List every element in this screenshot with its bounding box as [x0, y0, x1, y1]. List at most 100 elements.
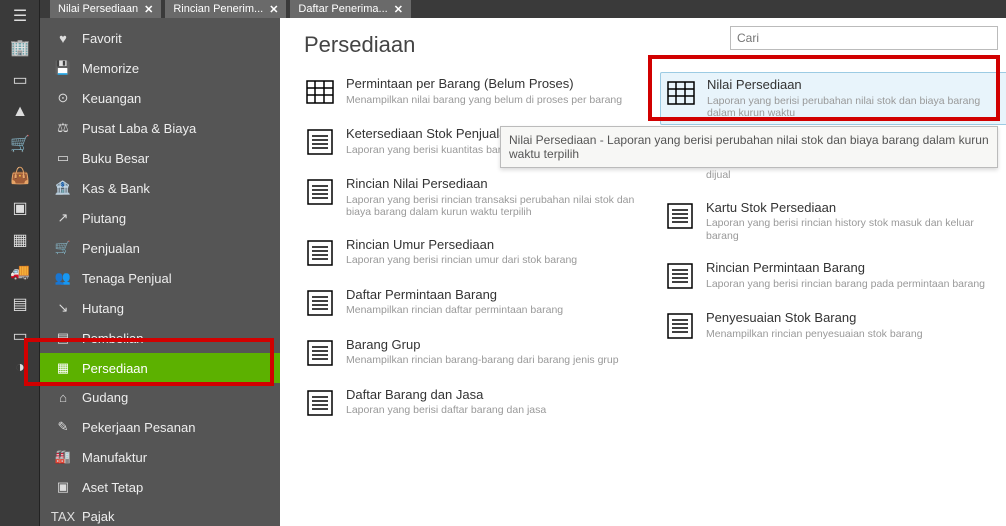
report-title: Daftar Barang dan Jasa [346, 387, 644, 403]
sidebar-item-factory[interactable]: 🏭 Manufaktur [40, 442, 280, 472]
sidebar-item-label: Persediaan [82, 361, 148, 376]
report-item[interactable]: Daftar Barang dan JasaLaporan yang beris… [304, 387, 644, 419]
sidebar-item-label: Pembelian [82, 331, 143, 346]
sidebar-item-balance[interactable]: ⚖ Pusat Laba & Biaya [40, 113, 280, 143]
sidebar-item-label: Tenaga Penjual [82, 271, 172, 286]
report-desc: Laporan yang berisi rincian history stok… [706, 217, 1004, 242]
asset-icon: ▣ [54, 479, 72, 495]
sidebar-item-label: Pekerjaan Pesanan [82, 420, 195, 435]
report-item[interactable]: Barang GrupMenampilkan rincian barang-ba… [304, 337, 644, 369]
report-grid-icon [665, 77, 697, 109]
report-item[interactable]: Penyesuaian Stok BarangMenampilkan rinci… [664, 310, 1004, 342]
report-item[interactable]: Daftar Permintaan BarangMenampilkan rinc… [304, 287, 644, 319]
sidebar-item-stock[interactable]: ▦Persediaan [40, 353, 280, 383]
debt-icon: ↘ [54, 300, 72, 316]
report-item[interactable]: Rincian Nilai Persediaan Laporan yang ber… [304, 176, 644, 219]
iconbar-chart-icon[interactable]: ▲ [0, 96, 40, 128]
sidebar-item-warehouse[interactable]: ⌂Gudang [40, 383, 280, 412]
sidebar-item-save[interactable]: 💾 Memorize [40, 53, 280, 83]
report-lines-icon [304, 237, 336, 269]
sidebar-item-job[interactable]: ✎ Pekerjaan Pesanan [40, 412, 280, 442]
iconbar-building-icon[interactable]: 🏢 [0, 32, 40, 64]
sidebar-item-coin[interactable]: ⊙ Keuangan [40, 83, 280, 113]
report-desc: Menampilkan nilai barang yang belum di p… [346, 94, 644, 107]
iconbar-bag-icon[interactable]: 👜 [0, 160, 40, 192]
report-lines-icon [664, 200, 696, 232]
job-icon: ✎ [54, 419, 72, 435]
iconbar-box-icon[interactable]: ▣ [0, 192, 40, 224]
sidebar-item-tax[interactable]: TAX Pajak [40, 502, 280, 526]
iconbar-menu-icon[interactable]: ☰ [0, 0, 40, 32]
sidebar-item-bank[interactable]: 🏦Kas & Bank [40, 173, 280, 203]
factory-icon: 🏭 [54, 449, 72, 465]
receivable-icon: ↗ [54, 210, 72, 226]
sidebar-item-label: Pusat Laba & Biaya [82, 121, 196, 136]
close-icon[interactable]: ✕ [144, 3, 153, 16]
tab-1[interactable]: Rincian Penerim... ✕ [165, 0, 286, 18]
sidebar-item-debt[interactable]: ↘ Hutang [40, 293, 280, 323]
sidebar-item-asset[interactable]: ▣ Aset Tetap [40, 472, 280, 502]
report-lines-icon [664, 260, 696, 292]
tooltip: Nilai Persediaan - Laporan yang berisi p… [500, 126, 998, 168]
warehouse-icon: ⌂ [54, 390, 72, 405]
tab-label: Daftar Penerima... [298, 3, 387, 15]
report-item[interactable]: Rincian Permintaan BarangLaporan yang be… [664, 260, 1004, 292]
report-item[interactable]: Permintaan per Barang (Belum Proses)Mena… [304, 76, 644, 108]
purchase-icon: ▤ [54, 330, 72, 346]
report-lines-icon [664, 310, 696, 342]
sidebar-item-label: Favorit [82, 31, 122, 46]
iconbar-pie-icon[interactable]: ◑ [0, 352, 40, 384]
tab-strip: Nilai Persediaan✕ Rincian Penerim... ✕ Da… [40, 0, 1006, 18]
sidebar-item-label: Piutang [82, 211, 126, 226]
report-desc: Laporan yang berisi daftar barang dan ja… [346, 404, 644, 417]
close-icon[interactable]: ✕ [394, 3, 403, 16]
sidebar-item-label: Pajak [82, 509, 115, 524]
iconbar-truck-icon[interactable]: 🚚 [0, 256, 40, 288]
sidebar-item-receivable[interactable]: ↗ Piutang [40, 203, 280, 233]
main-panel: Persediaan Permintaan per Barang (Belum … [280, 18, 1006, 526]
iconbar-misc-icon[interactable]: ▤ [0, 288, 40, 320]
people-icon: 👥 [54, 270, 72, 286]
iconbar-book-icon[interactable]: ▭ [0, 64, 40, 96]
sidebar-item-purchase[interactable]: ▤ Pembelian [40, 323, 280, 353]
report-item[interactable]: Nilai PersediaanLaporan yang berisi peru… [660, 72, 1006, 125]
left-icon-bar: ☰ 🏢 ▭ ▲ 🛒 👜 ▣ ▦ 🚚 ▤ ▭ ◑ [0, 0, 40, 526]
iconbar-grid-icon[interactable]: ▦ [0, 224, 40, 256]
tab-2[interactable]: Daftar Penerima... ✕ [290, 0, 410, 18]
sidebar-item-label: Memorize [82, 61, 139, 76]
report-item[interactable]: Kartu Stok PersediaanLaporan yang berisi… [664, 200, 1004, 243]
sidebar-item-label: Manufaktur [82, 450, 147, 465]
report-title: Rincian Nilai Persediaan [346, 176, 644, 192]
report-lines-icon [304, 176, 336, 208]
save-icon: 💾 [54, 60, 72, 76]
report-title: Rincian Permintaan Barang [706, 260, 1004, 276]
search-box [730, 26, 998, 50]
sidebar-item-label: Keuangan [82, 91, 141, 106]
balance-icon: ⚖ [54, 120, 72, 136]
bank-icon: 🏦 [54, 180, 72, 196]
sidebar-item-book[interactable]: ▭ Buku Besar [40, 143, 280, 173]
close-icon[interactable]: ✕ [269, 3, 278, 16]
sidebar-item-people[interactable]: 👥 Tenaga Penjual [40, 263, 280, 293]
report-lines-icon [304, 337, 336, 369]
tab-label: Rincian Penerim... [173, 3, 263, 15]
tab-0[interactable]: Nilai Persediaan✕ [50, 0, 161, 18]
iconbar-cart-icon[interactable]: 🛒 [0, 128, 40, 160]
heart-icon: ♥ [54, 31, 72, 46]
report-desc: Laporan yang berisi rincian umur dari st… [346, 254, 644, 267]
coin-icon: ⊙ [54, 90, 72, 106]
report-title: Nilai Persediaan [707, 77, 1003, 93]
sidebar-item-label: Hutang [82, 301, 124, 316]
report-desc: Menampilkan rincian penyesuaian stok bar… [706, 328, 1004, 341]
sidebar-item-cart[interactable]: 🛒Penjualan [40, 233, 280, 263]
report-item[interactable]: Rincian Umur PersediaanLaporan yang beri… [304, 237, 644, 269]
iconbar-folder-icon[interactable]: ▭ [0, 320, 40, 352]
sidebar-item-label: Aset Tetap [82, 480, 143, 495]
report-lines-icon [304, 387, 336, 419]
sidebar-item-heart[interactable]: ♥ Favorit [40, 24, 280, 53]
report-desc: Laporan yang berisi rincian transaksi pe… [346, 194, 644, 219]
book-icon: ▭ [54, 150, 72, 166]
search-input[interactable] [730, 26, 998, 50]
tax-icon: TAX [54, 509, 72, 524]
sidebar-item-label: Buku Besar [82, 151, 149, 166]
